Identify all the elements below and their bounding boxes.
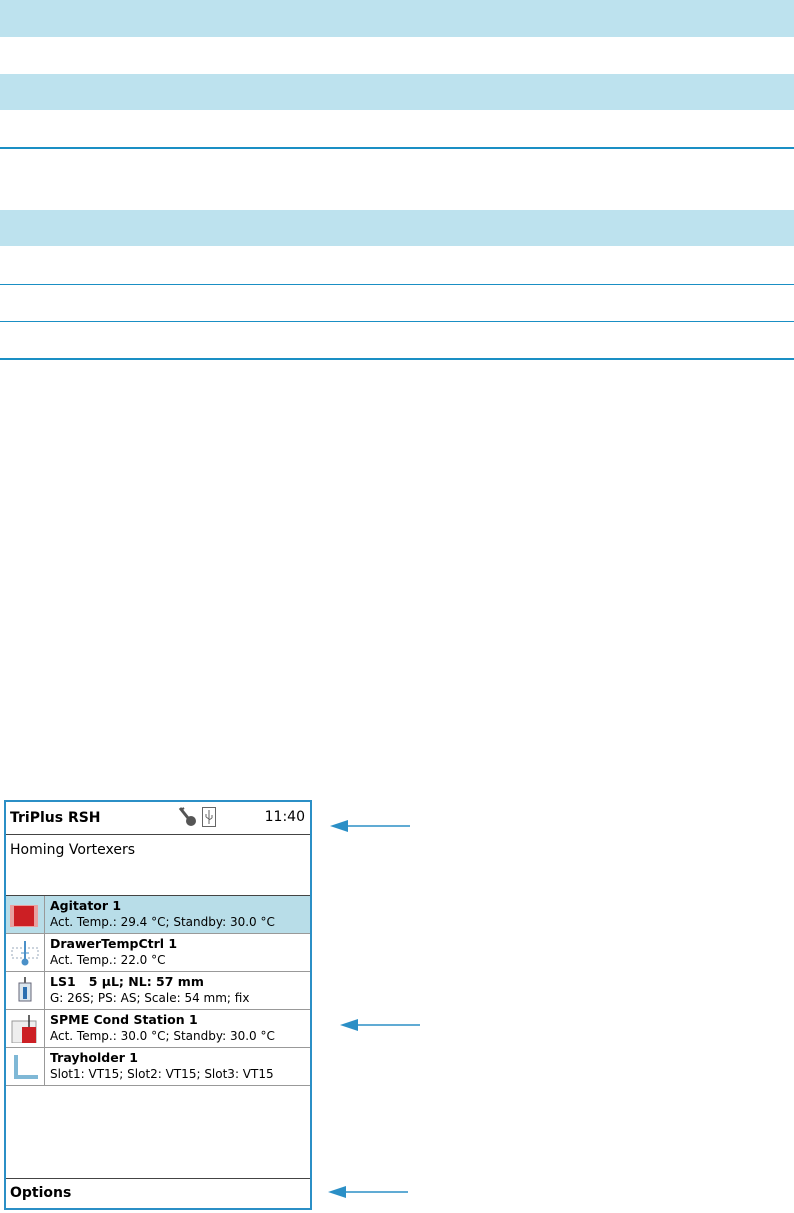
table-rule-2 bbox=[0, 358, 794, 360]
module-name: Agitator 1 bbox=[50, 898, 122, 913]
module-detail: Slot1: VT15; Slot2: VT15; Slot3: VT15 bbox=[50, 1067, 274, 1081]
module-list: Agitator 1 Act. Temp.: 29.4 °C; Standby:… bbox=[6, 896, 310, 1086]
thermometer-icon bbox=[11, 941, 39, 966]
screen-footer: Options bbox=[6, 1178, 310, 1208]
status-message: Homing Vortexers bbox=[10, 842, 136, 858]
module-name: SPME Cond Station 1 bbox=[50, 1012, 198, 1027]
device-screen: TriPlus RSH 11:40 Homing Vortexers Agita… bbox=[4, 800, 312, 1210]
callout-arrow-modules bbox=[340, 817, 422, 833]
table-divider-1 bbox=[0, 284, 794, 285]
callout-arrow-options bbox=[328, 1186, 408, 1198]
module-detail: Act. Temp.: 22.0 °C bbox=[50, 953, 166, 967]
spme-station-icon-cell bbox=[6, 1010, 45, 1047]
module-name: Trayholder 1 bbox=[50, 1050, 138, 1065]
table-header-band-3 bbox=[0, 210, 794, 246]
module-row-agitator[interactable]: Agitator 1 Act. Temp.: 29.4 °C; Standby:… bbox=[6, 896, 310, 934]
agitator-icon-cell bbox=[6, 896, 45, 933]
module-name: DrawerTempCtrl 1 bbox=[50, 936, 178, 951]
device-title: TriPlus RSH bbox=[10, 810, 101, 826]
trayholder-icon bbox=[14, 1055, 38, 1079]
syringe-icon-cell bbox=[6, 972, 45, 1009]
key-icon bbox=[178, 807, 196, 826]
table-divider-2 bbox=[0, 321, 794, 322]
thermometer-icon-cell bbox=[6, 934, 45, 971]
module-row-drawertempctrl[interactable]: DrawerTempCtrl 1 Act. Temp.: 22.0 °C bbox=[6, 934, 310, 972]
callout-arrow-list bbox=[340, 1019, 420, 1031]
table-header-band-1 bbox=[0, 0, 794, 37]
table-rule-1 bbox=[0, 147, 794, 149]
clock: 11:40 bbox=[264, 809, 305, 825]
syringe-icon bbox=[18, 977, 32, 1002]
usb-icon bbox=[202, 807, 216, 827]
options-button[interactable]: Options bbox=[10, 1185, 71, 1201]
module-row-ls1[interactable]: LS1 5 µL; NL: 57 mm G: 26S; PS: AS; Scal… bbox=[6, 972, 310, 1010]
agitator-icon bbox=[10, 905, 38, 927]
module-row-trayholder[interactable]: Trayholder 1 Slot1: VT15; Slot2: VT15; S… bbox=[6, 1048, 310, 1086]
module-row-spme[interactable]: SPME Cond Station 1 Act. Temp.: 30.0 °C;… bbox=[6, 1010, 310, 1048]
module-name: LS1 5 µL; NL: 57 mm bbox=[50, 974, 204, 989]
module-detail: G: 26S; PS: AS; Scale: 54 mm; fix bbox=[50, 991, 250, 1005]
module-detail: Act. Temp.: 30.0 °C; Standby: 30.0 °C bbox=[50, 1029, 275, 1043]
table-header-band-2 bbox=[0, 74, 794, 110]
spme-station-icon bbox=[11, 1015, 37, 1043]
module-detail: Act. Temp.: 29.4 °C; Standby: 30.0 °C bbox=[50, 915, 275, 929]
trayholder-icon-cell bbox=[6, 1048, 45, 1085]
screen-header: TriPlus RSH 11:40 bbox=[6, 802, 310, 835]
